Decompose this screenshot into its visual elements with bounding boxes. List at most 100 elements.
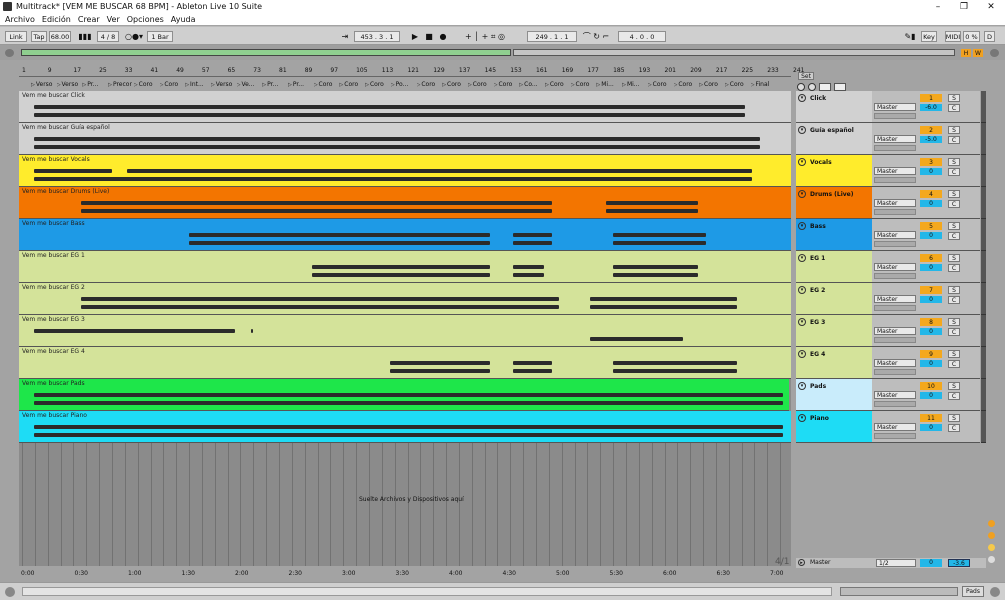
track-header-6[interactable]: ▾ EG 1 xyxy=(796,251,872,283)
track-name[interactable]: Bass xyxy=(810,223,826,230)
lock-icon[interactable] xyxy=(834,83,846,91)
output-select[interactable]: Master xyxy=(874,391,916,399)
master-output-select[interactable]: 1/2 xyxy=(876,559,916,567)
output-channel-select[interactable] xyxy=(874,209,916,215)
output-channel-select[interactable] xyxy=(874,433,916,439)
fold-icon[interactable]: ▾ xyxy=(798,318,806,326)
locator-marker[interactable]: Ve... xyxy=(237,81,261,88)
arrangement-overview[interactable]: H W xyxy=(0,45,1005,60)
draw-mode-icon[interactable]: ✎▮ xyxy=(900,31,920,42)
locator-marker[interactable]: Co... xyxy=(519,81,543,88)
output-channel-select[interactable] xyxy=(874,113,916,119)
pads-button[interactable]: Pads xyxy=(962,586,984,597)
cue-button[interactable]: C xyxy=(948,328,960,336)
locator-marker[interactable]: Coro xyxy=(339,81,363,88)
track-activator[interactable]: 10 xyxy=(920,382,942,390)
close-button[interactable]: ✕ xyxy=(978,0,1004,13)
minimize-button[interactable]: – xyxy=(925,0,951,13)
locator-marker[interactable]: Coro xyxy=(699,81,723,88)
output-select[interactable]: Master xyxy=(874,327,916,335)
track-overview-strip[interactable] xyxy=(840,587,958,596)
arrangement-position-field[interactable]: 453 . 3 . 1 xyxy=(354,31,400,42)
solo-button[interactable]: S xyxy=(948,414,960,422)
browser-toggle-icon[interactable] xyxy=(5,49,14,57)
midi-map-button[interactable]: MIDI xyxy=(945,31,961,42)
volume-field[interactable]: 0 xyxy=(920,424,942,431)
menu-archivo[interactable]: Archivo xyxy=(5,15,35,24)
menu-edicion[interactable]: Edición xyxy=(42,15,71,24)
overview-visible-region[interactable] xyxy=(21,49,511,56)
locator-marker[interactable]: Coro xyxy=(160,81,184,88)
output-select[interactable]: Master xyxy=(874,199,916,207)
nudge-icon[interactable]: ▮▮▮ xyxy=(75,31,95,42)
locator-bar[interactable]: VersoVersoPr...PrecoroCoroCoroInt...Vers… xyxy=(19,80,791,90)
fold-icon[interactable]: ▾ xyxy=(798,190,806,198)
mixer-toggle-icon[interactable] xyxy=(988,556,995,563)
set-button[interactable]: Set xyxy=(798,72,814,80)
loop-switch-icons[interactable]: ⌒ ↻ ⌐ xyxy=(578,31,614,42)
locator-marker[interactable]: Coro xyxy=(725,81,749,88)
output-select[interactable]: Master xyxy=(874,359,916,367)
track-activator[interactable]: 6 xyxy=(920,254,942,262)
record-icon[interactable]: ● xyxy=(437,31,449,42)
track-activator[interactable]: 2 xyxy=(920,126,942,134)
locator-marker[interactable]: Coro xyxy=(674,81,698,88)
follow-icon[interactable]: ⇥ xyxy=(338,31,352,42)
menu-ayuda[interactable]: Ayuda xyxy=(171,15,196,24)
output-select[interactable]: Master xyxy=(874,295,916,303)
track-name[interactable]: Pads xyxy=(810,383,826,390)
time-signature-field[interactable]: 4 / 8 xyxy=(97,31,119,42)
io-toggle-icon[interactable] xyxy=(988,532,995,539)
locator-marker[interactable]: Verso xyxy=(31,81,55,88)
cue-button[interactable]: C xyxy=(948,392,960,400)
sends-toggle-icon[interactable] xyxy=(988,544,995,551)
locator-marker[interactable]: Coro xyxy=(365,81,389,88)
locator-marker[interactable]: Mi... xyxy=(596,81,620,88)
track-activator[interactable]: 8 xyxy=(920,318,942,326)
solo-button[interactable]: S xyxy=(948,286,960,294)
volume-field[interactable]: 0 xyxy=(920,328,942,335)
track-activator[interactable]: 4 xyxy=(920,190,942,198)
track-name[interactable]: Piano xyxy=(810,415,829,422)
locator-marker[interactable]: Pr... xyxy=(82,81,106,88)
cue-button[interactable]: C xyxy=(948,168,960,176)
locator-marker[interactable]: Coro xyxy=(314,81,338,88)
locator-marker[interactable]: Coro xyxy=(545,81,569,88)
volume-field[interactable]: 0 xyxy=(920,168,942,175)
track-header-1[interactable]: ▾ Click xyxy=(796,91,872,123)
clip-drums-live-[interactable]: Vem me buscar Drums (Live) xyxy=(19,187,791,219)
track-header-10[interactable]: ▾ Pads xyxy=(796,379,872,411)
fold-icon[interactable]: ▾ xyxy=(798,414,806,422)
next-locator-icon[interactable] xyxy=(808,83,816,91)
tempo-field[interactable]: 68.00 xyxy=(49,31,71,42)
menu-crear[interactable]: Crear xyxy=(78,15,100,24)
locator-marker[interactable]: Pr... xyxy=(288,81,312,88)
play-icon[interactable]: ▶ xyxy=(409,31,421,42)
clip-piano[interactable]: Vem me buscar Piano xyxy=(19,411,791,443)
track-name[interactable]: Click xyxy=(810,95,826,102)
output-channel-select[interactable] xyxy=(874,401,916,407)
output-select[interactable]: Master xyxy=(874,135,916,143)
clip-view-icon[interactable] xyxy=(988,520,995,527)
metronome-icon[interactable]: ○●▾ xyxy=(123,31,145,42)
fold-icon[interactable]: ▾ xyxy=(798,94,806,102)
clip-eg-3[interactable]: Vem me buscar EG 3 xyxy=(19,315,791,347)
track-header-8[interactable]: ▾ EG 3 xyxy=(796,315,872,347)
clip-bass[interactable]: Vem me buscar Bass xyxy=(19,219,791,251)
solo-button[interactable]: S xyxy=(948,190,960,198)
solo-button[interactable]: S xyxy=(948,222,960,230)
detail-view-icon[interactable] xyxy=(990,587,1000,597)
cue-button[interactable]: C xyxy=(948,232,960,240)
output-channel-select[interactable] xyxy=(874,177,916,183)
track-header-9[interactable]: ▾ EG 4 xyxy=(796,347,872,379)
cue-button[interactable]: C xyxy=(948,360,960,368)
clip-vocals[interactable]: Vem me buscar Vocals xyxy=(19,155,791,187)
key-map-button[interactable]: Key xyxy=(921,31,937,42)
clip-gu-a-espa-ol[interactable]: Vem me buscar Guía español xyxy=(19,123,791,155)
loop-start-field[interactable]: 249 . 1 . 1 xyxy=(527,31,577,42)
beat-ruler[interactable]: 1 9 17 25 33 41 49 57 65 73 81 89 97 105 113 121 129 137 1… xyxy=(19,65,804,77)
fold-icon[interactable]: ▾ xyxy=(798,286,806,294)
fold-icon[interactable]: ▾ xyxy=(798,382,806,390)
fold-icon[interactable]: ▾ xyxy=(798,254,806,262)
master-fold-icon[interactable]: ▸ xyxy=(798,559,805,566)
